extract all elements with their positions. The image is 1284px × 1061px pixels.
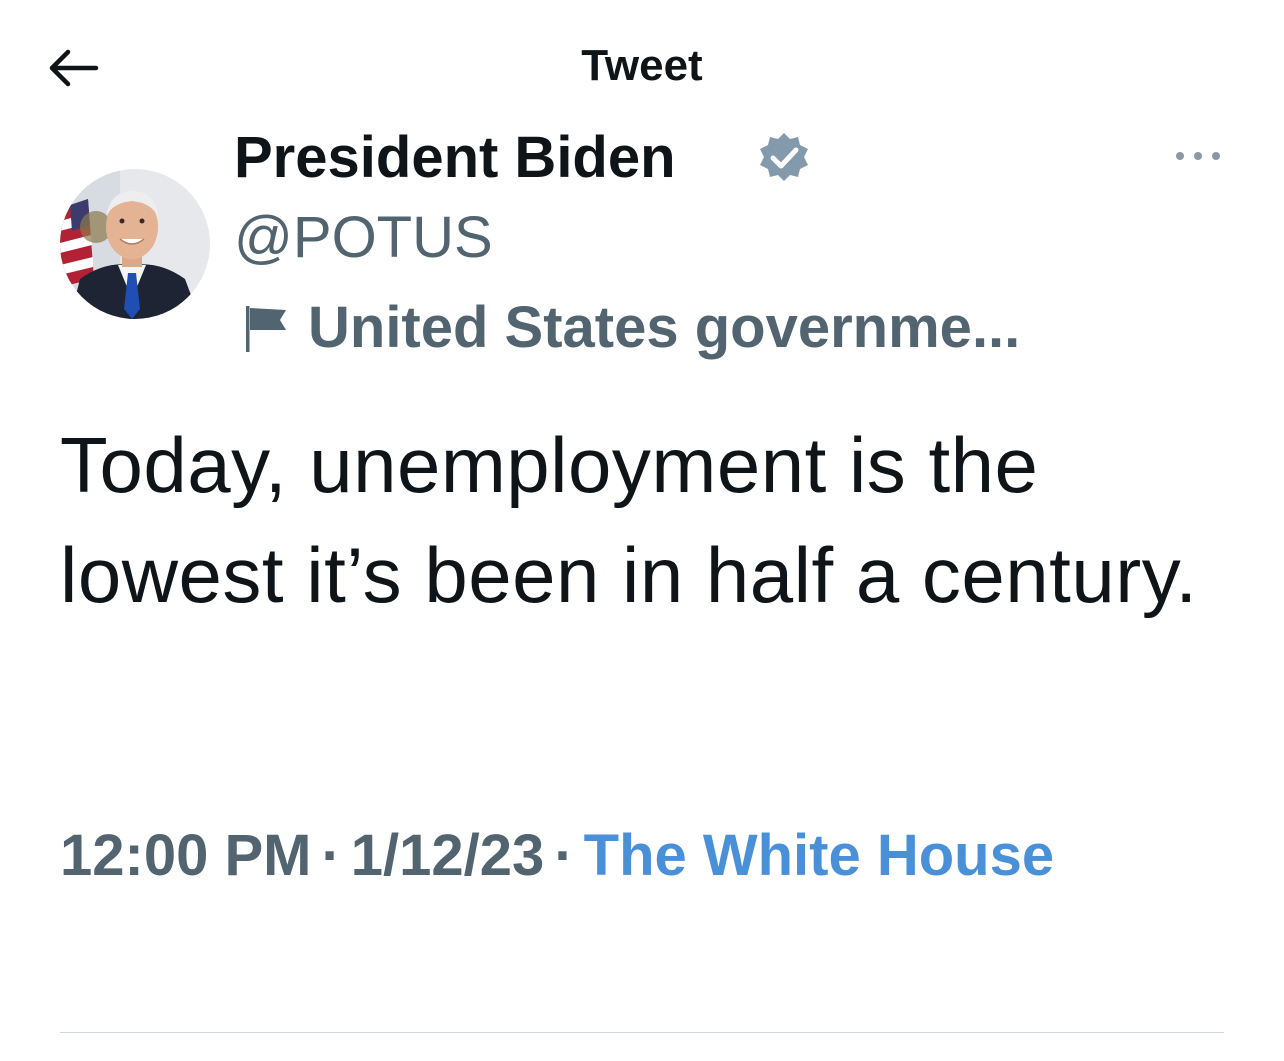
separator: · [554, 823, 574, 888]
government-label-text: United States governme... [308, 295, 1021, 360]
page-title: Tweet [581, 41, 703, 90]
tweet-time[interactable]: 12:00 PM [60, 823, 311, 888]
verified-badge-icon [760, 133, 808, 181]
government-label[interactable]: United States governme... [240, 294, 1020, 362]
more-dots-icon [1176, 152, 1220, 160]
tweet-date[interactable]: 1/12/23 [351, 823, 545, 888]
flag-icon [246, 306, 286, 352]
user-handle[interactable]: @POTUS [234, 204, 493, 272]
profile-photo [60, 169, 210, 319]
top-bar: Tweet [0, 0, 1284, 130]
avatar[interactable] [60, 169, 210, 319]
more-options-button[interactable] [1170, 138, 1226, 174]
tweet-source-link[interactable]: The White House [584, 823, 1054, 888]
divider [60, 1032, 1224, 1033]
display-name[interactable]: President Biden [234, 124, 676, 192]
tweet-text: Today, unemployment is the lowest it’s b… [60, 421, 1198, 619]
separator: · [321, 823, 341, 888]
tweet-metadata: 12:00 PM · 1/12/23 · The White House [60, 812, 1210, 900]
